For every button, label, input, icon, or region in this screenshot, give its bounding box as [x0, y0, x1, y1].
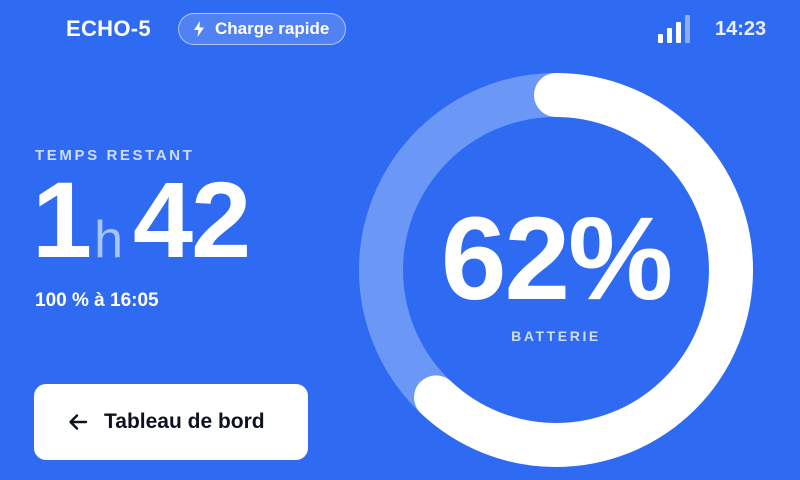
battery-label: BATTERIE: [511, 328, 601, 344]
clock: 14:23: [715, 18, 767, 40]
lightning-bolt-icon: [193, 21, 205, 37]
charge-mode-label: Charge rapide: [215, 19, 330, 38]
remaining-minutes: 42: [133, 159, 251, 280]
charge-mode-badge[interactable]: Charge rapide: [178, 13, 347, 45]
arrow-left-icon: [68, 412, 88, 432]
remaining-hours-unit: h: [94, 211, 123, 269]
battery-percentage: 62%: [440, 193, 673, 325]
dashboard-button-label: Tableau de bord: [104, 410, 265, 433]
dashboard-button[interactable]: Tableau de bord: [34, 384, 308, 460]
signal-bar: [658, 34, 663, 43]
device-name: ECHO-5: [66, 16, 151, 41]
status-header: ECHO-5 Charge rapide 14:23: [0, 0, 800, 62]
signal-bars-icon: [658, 15, 690, 43]
signal-bar: [667, 28, 672, 43]
remaining-hours: 1: [32, 159, 92, 280]
signal-bar: [685, 15, 690, 43]
battery-gauge: 62% BATTERIE: [358, 72, 754, 468]
full-charge-estimate: 100 % à 16:05: [35, 290, 159, 311]
remaining-time-value: 1 h 42: [32, 159, 251, 286]
signal-bar: [676, 22, 681, 43]
